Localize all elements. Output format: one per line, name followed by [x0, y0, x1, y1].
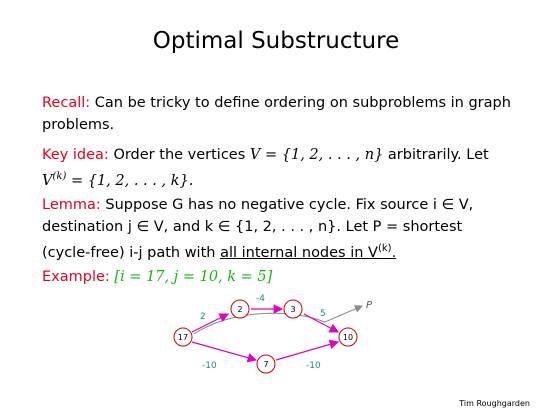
- weight-17-7: -10: [202, 361, 217, 371]
- edge-17-7: [191, 341, 258, 363]
- edge-17-2: [191, 313, 230, 333]
- weight-7-10: -10: [306, 361, 321, 371]
- node-3: 3: [283, 299, 303, 319]
- example-params: [i = 17, j = 10, k = 5]: [114, 269, 273, 285]
- node-17: 17: [173, 327, 193, 347]
- lemma-paragraph: Lemma: Suppose G has no negative cycle. …: [42, 194, 512, 264]
- recall-label: Recall:: [42, 95, 91, 111]
- example-graph: P 2 -4 5 -10 -10 17 2 3 10 7: [173, 294, 373, 374]
- weight-17-2: 2: [200, 312, 206, 322]
- slide: Optimal Substructure Recall: Can be tric…: [0, 0, 552, 414]
- slide-title: Optimal Substructure: [152, 28, 400, 54]
- weight-2-3: -4: [256, 294, 265, 304]
- recall-text: Can be tricky to define ordering on subp…: [42, 95, 511, 133]
- vertex-set-Vk: V(k) = {1, 2, . . . , k}.: [42, 171, 194, 189]
- weight-3-10: 5: [320, 309, 326, 319]
- author-credit: Tim Roughgarden: [459, 399, 530, 408]
- key-idea-text-1: Order the vertices: [113, 147, 246, 163]
- lemma-underlined-condition: all internal nodes in V(k).: [220, 243, 397, 261]
- key-idea-text-2: arbitrarily. Let: [387, 147, 489, 163]
- example-paragraph: Example: [i = 17, j = 10, k = 5]: [42, 266, 512, 288]
- node-7-label: 7: [263, 360, 268, 369]
- node-2-label: 2: [237, 305, 242, 314]
- node-17-label: 17: [178, 333, 188, 342]
- node-10: 10: [338, 327, 358, 347]
- lemma-text-2: destination j ∈ V, and k ∈ {1, 2, . . . …: [42, 219, 463, 235]
- node-10-label: 10: [343, 333, 353, 342]
- lemma-label: Lemma:: [42, 197, 101, 213]
- path-P-label: P: [366, 300, 373, 311]
- vertex-set-V: V = {1, 2, . . . , n}: [249, 147, 384, 163]
- example-label: Example:: [42, 269, 110, 285]
- path-P-curve: [193, 305, 363, 335]
- key-idea-label: Key idea:: [42, 147, 109, 163]
- node-2: 2: [230, 299, 250, 319]
- edge-7-10: [275, 339, 340, 361]
- recall-paragraph: Recall: Can be tricky to define ordering…: [42, 92, 512, 136]
- node-7: 7: [256, 354, 276, 374]
- lemma-text-3: (cycle-free) i-j path with: [42, 244, 216, 261]
- node-3-label: 3: [290, 305, 295, 314]
- lemma-text-1: Suppose G has no negative cycle. Fix sou…: [105, 197, 474, 213]
- key-idea-paragraph: Key idea: Order the vertices V = {1, 2, …: [42, 144, 512, 192]
